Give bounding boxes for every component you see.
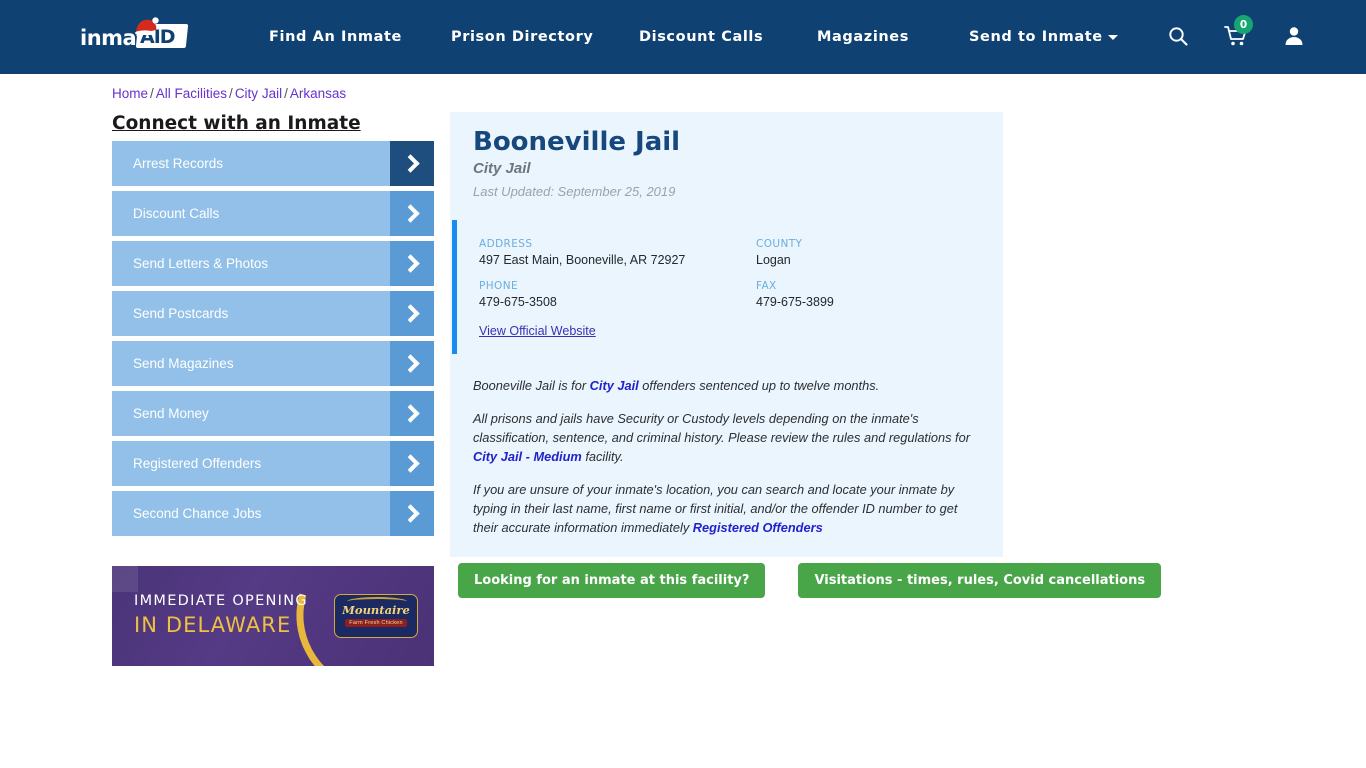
desc-p2-text-a: All prisons and jails have Security or C…: [473, 410, 970, 445]
facility-panel: Booneville Jail City Jail Last Updated: …: [450, 112, 1003, 557]
sidebar-item-label: Send Postcards: [133, 306, 229, 321]
ad-headline-line2: IN DELAWARE: [134, 613, 292, 637]
field-address: ADDRESS 497 East Main, Booneville, AR 72…: [479, 238, 749, 267]
breadcrumb-separator: /: [229, 86, 233, 101]
field-county: COUNTY Logan: [756, 238, 976, 267]
sidebar-item-send-magazines[interactable]: Send Magazines: [112, 341, 434, 386]
sidebar-item-label: Send Money: [133, 406, 209, 421]
nav-discount-calls[interactable]: Discount Calls: [639, 29, 763, 45]
search-button[interactable]: [1166, 24, 1190, 50]
cart-count-badge: 0: [1234, 15, 1253, 34]
ad-corner-accent: [112, 566, 138, 592]
nav-find-an-inmate[interactable]: Find An Inmate: [269, 29, 402, 45]
page-title: Booneville Jail: [473, 127, 681, 157]
field-label: COUNTY: [756, 238, 803, 250]
last-updated-text: Last Updated: September 25, 2019: [473, 184, 676, 199]
advertisement-banner[interactable]: IMMEDIATE OPENING IN DELAWARE Mountaire …: [112, 566, 434, 666]
nav-send-to-inmate-label: Send to Inmate: [969, 29, 1103, 45]
sidebar-item-label: Second Chance Jobs: [133, 506, 262, 521]
facility-description: Booneville Jail is for City Jail offende…: [473, 377, 981, 552]
field-label: PHONE: [479, 280, 518, 292]
chevron-down-icon: [1107, 34, 1118, 40]
ad-brand-arc: [347, 597, 407, 606]
site-header: inmate AID Find An Inmate Prison Directo…: [0, 0, 1366, 74]
sidebar-item-label: Send Letters & Photos: [133, 256, 269, 271]
chevron-right-icon: [390, 441, 434, 486]
facility-type: City Jail: [473, 160, 531, 177]
desc-p2-text-b: facility.: [581, 448, 624, 464]
sidebar-heading: Connect with an Inmate: [112, 113, 361, 134]
accent-bar: [452, 220, 457, 354]
visitations-button[interactable]: Visitations - times, rules, Covid cancel…: [798, 563, 1162, 598]
ad-brand-name: Mountaire: [342, 602, 410, 617]
header-icon-group: 0: [1166, 15, 1306, 50]
breadcrumb: Home / All Facilities / City Jail / Arkansas: [112, 86, 346, 101]
ad-brand-logo: Mountaire Farm Fresh Chicken: [334, 594, 418, 638]
site-logo[interactable]: inmate AID: [80, 17, 189, 56]
info-column-right: COUNTY Logan FAX 479-675-3899: [756, 238, 976, 322]
field-phone: PHONE 479-675-3508: [479, 280, 749, 309]
breadcrumb-separator: /: [284, 86, 288, 101]
sidebar-item-send-letters-photos[interactable]: Send Letters & Photos: [112, 241, 434, 286]
nav-prison-directory[interactable]: Prison Directory: [451, 29, 593, 45]
sidebar-item-label: Send Magazines: [133, 356, 234, 371]
breadcrumb-item-all-facilities[interactable]: All Facilities: [156, 86, 227, 101]
looking-for-inmate-button[interactable]: Looking for an inmate at this facility?: [458, 563, 766, 598]
chevron-right-icon: [390, 491, 434, 536]
chevron-right-icon: [390, 141, 434, 186]
sidebar-item-send-postcards[interactable]: Send Postcards: [112, 291, 434, 336]
nav-send-to-inmate[interactable]: Send to Inmate: [969, 29, 1118, 45]
sidebar-item-label: Registered Offenders: [133, 456, 262, 471]
ad-brand-tagline: Farm Fresh Chicken: [345, 619, 407, 628]
chevron-right-icon: [390, 241, 434, 286]
sidebar-item-send-money[interactable]: Send Money: [112, 391, 434, 436]
account-button[interactable]: [1282, 24, 1306, 50]
description-paragraph-3: If you are unsure of your inmate's locat…: [473, 481, 981, 538]
breadcrumb-separator: /: [150, 86, 154, 101]
nav-magazines[interactable]: Magazines: [817, 29, 909, 45]
breadcrumb-item-city-jail[interactable]: City Jail: [235, 86, 282, 101]
field-value: 479-675-3508: [479, 295, 557, 309]
desc-link-city-jail-medium[interactable]: City Jail - Medium: [473, 449, 582, 464]
desc-p1-text-b: offenders sentenced up to twelve months.: [638, 378, 880, 393]
chevron-right-icon: [390, 191, 434, 236]
field-label: ADDRESS: [479, 238, 533, 250]
sidebar-item-registered-offenders[interactable]: Registered Offenders: [112, 441, 434, 486]
sidebar-item-label: Discount Calls: [133, 206, 220, 221]
chevron-right-icon: [390, 291, 434, 336]
desc-p1-text-a: Booneville Jail is for: [473, 378, 590, 393]
sidebar-item-discount-calls[interactable]: Discount Calls: [112, 191, 434, 236]
sidebar-item-arrest-records[interactable]: Arrest Records: [112, 141, 434, 186]
cta-button-row: Looking for an inmate at this facility? …: [458, 563, 1162, 598]
sidebar-item-second-chance-jobs[interactable]: Second Chance Jobs: [112, 491, 434, 536]
cart-button[interactable]: 0: [1224, 15, 1253, 50]
field-fax: FAX 479-675-3899: [756, 280, 976, 309]
search-icon: [1169, 27, 1188, 46]
description-paragraph-1: Booneville Jail is for City Jail offende…: [473, 377, 981, 396]
field-label: FAX: [756, 280, 777, 292]
sidebar-item-label: Arrest Records: [133, 156, 224, 171]
ad-headline-line1: IMMEDIATE OPENING: [134, 593, 308, 609]
field-value: 497 East Main, Booneville, AR 72927: [479, 253, 686, 267]
desc-link-city-jail[interactable]: City Jail: [590, 378, 639, 393]
breadcrumb-item-arkansas[interactable]: Arkansas: [290, 86, 346, 101]
user-account-icon: [1285, 27, 1303, 45]
field-value: Logan: [756, 253, 791, 267]
sidebar-menu: Arrest Records Discount Calls Send Lette…: [112, 141, 434, 541]
desc-link-registered-offenders[interactable]: Registered Offenders: [693, 520, 823, 535]
breadcrumb-item-home[interactable]: Home: [112, 86, 148, 101]
info-column-left: ADDRESS 497 East Main, Booneville, AR 72…: [479, 238, 749, 322]
field-value: 479-675-3899: [756, 295, 834, 309]
chevron-right-icon: [390, 391, 434, 436]
view-official-website-link[interactable]: View Official Website: [479, 324, 596, 338]
santa-hat-icon: [135, 17, 159, 35]
description-paragraph-2: All prisons and jails have Security or C…: [473, 410, 981, 467]
chevron-right-icon: [390, 341, 434, 386]
facility-info-block: ADDRESS 497 East Main, Booneville, AR 72…: [450, 220, 1003, 354]
